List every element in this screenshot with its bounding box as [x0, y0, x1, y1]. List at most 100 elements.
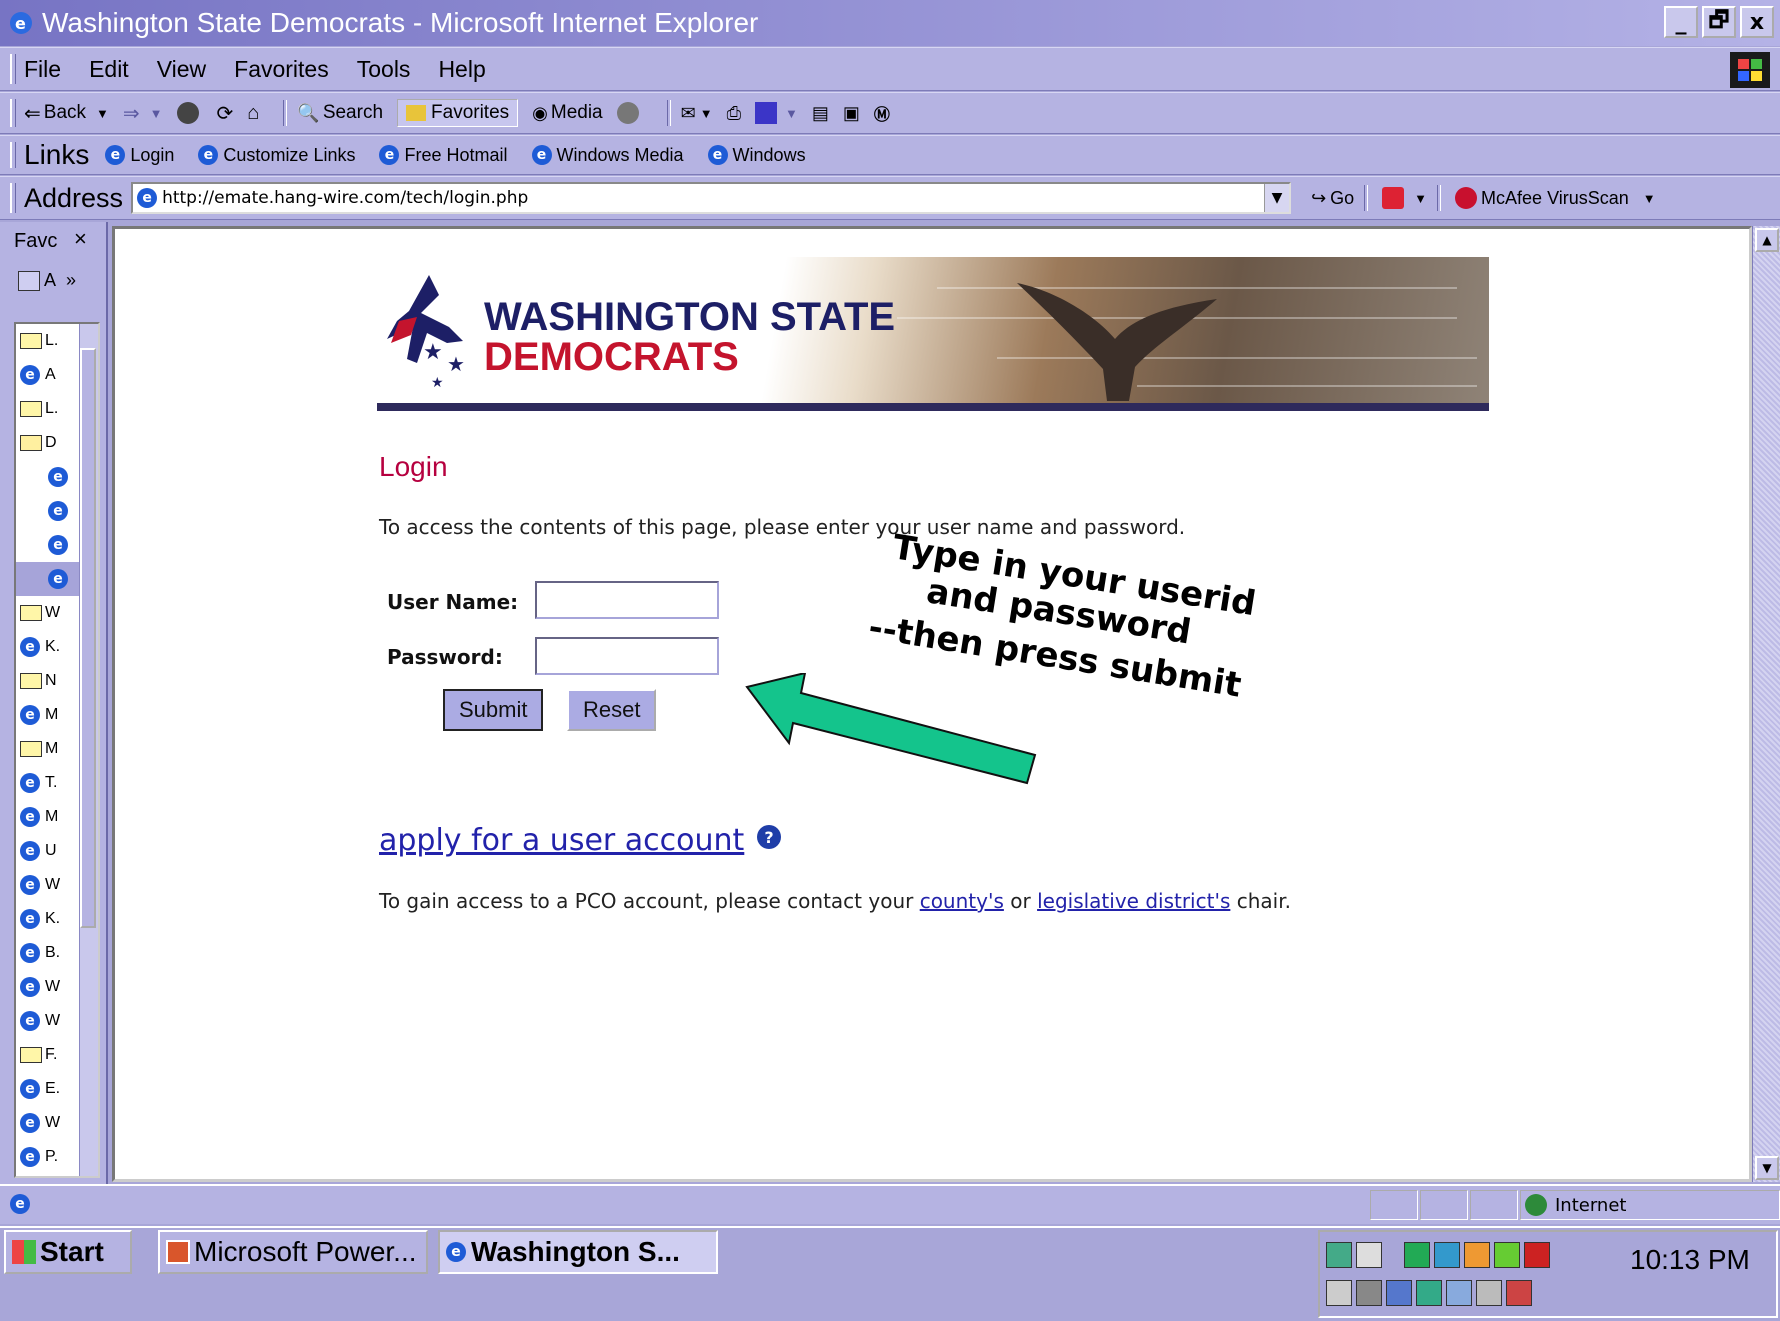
alert-icon[interactable] [1506, 1280, 1532, 1306]
favorite-label: W [45, 604, 61, 621]
menu-file[interactable]: File [24, 56, 61, 83]
m-button[interactable]: Ⓜ [874, 101, 890, 125]
mcafee-tray-icon[interactable] [1524, 1242, 1550, 1268]
settings-icon[interactable] [1476, 1280, 1502, 1306]
svg-text:e: e [15, 14, 26, 33]
link-free-hotmail[interactable]: e Free Hotmail [379, 145, 508, 166]
edit-button[interactable]: ▼ [755, 102, 798, 124]
address-dropdown-icon[interactable]: ▼ [1264, 184, 1290, 212]
window-title: Washington State Democrats - Microsoft I… [42, 7, 759, 38]
address-label: Address [24, 182, 124, 213]
username-field[interactable] [535, 581, 719, 619]
password-field[interactable] [535, 637, 719, 675]
favorites-pane-title: Favc [14, 230, 58, 252]
monitor-icon[interactable] [1326, 1280, 1352, 1306]
menu-view[interactable]: View [157, 56, 206, 83]
title-bar[interactable]: e Washington State Democrats - Microsoft… [0, 0, 1780, 46]
chevron-down-icon[interactable]: ▼ [700, 106, 713, 121]
help-icon[interactable]: ? [757, 825, 781, 849]
history-icon [616, 102, 639, 124]
menu-edit[interactable]: Edit [89, 56, 129, 83]
camera-icon[interactable] [1356, 1280, 1382, 1306]
chevron-down-icon[interactable]: ▼ [785, 106, 798, 121]
task-washington-state[interactable]: e Washington S... [438, 1230, 718, 1274]
favorite-label: K. [45, 910, 61, 927]
add-favorite-button[interactable]: A » [18, 270, 76, 291]
chevron-down-icon[interactable]: ▼ [96, 106, 109, 121]
m-tray-icon[interactable] [1416, 1280, 1442, 1306]
apply-account-link[interactable]: apply for a user account [379, 823, 744, 858]
start-button[interactable]: Start [4, 1230, 132, 1274]
menu-help[interactable]: Help [438, 56, 485, 83]
messenger-tray-icon[interactable] [1464, 1242, 1490, 1268]
page-scrollbar[interactable]: ▲ ▼ [1752, 226, 1780, 1182]
scroll-up-button[interactable]: ▲ [1755, 228, 1779, 252]
home-button[interactable]: ⌂ [247, 102, 259, 125]
favorites-button[interactable]: Favorites [397, 99, 519, 127]
link-login[interactable]: e Login [105, 145, 174, 166]
search-button[interactable]: 🔍 Search [297, 102, 383, 124]
discuss-button[interactable]: ▤ [812, 103, 829, 124]
forward-button[interactable]: ⇒ ▼ [123, 101, 163, 126]
zone-cell: Internet [1520, 1190, 1780, 1220]
toolbar-grip[interactable] [10, 54, 16, 84]
submit-button[interactable]: Submit [443, 689, 544, 731]
chevron-right-icon[interactable]: » [66, 270, 76, 291]
menu-tools[interactable]: Tools [357, 56, 411, 83]
pco-access-text: To gain access to a PCO account, please … [379, 889, 1291, 913]
history-button[interactable] [616, 102, 643, 124]
close-icon[interactable]: × [74, 226, 87, 252]
scroll-thumb[interactable] [80, 348, 96, 928]
ie-page-icon: e [198, 145, 219, 165]
mcafee-virusscan-button[interactable]: McAfee VirusScan ▼ [1455, 187, 1656, 209]
home-icon: ⌂ [247, 101, 260, 124]
toolbar-grip[interactable] [10, 99, 16, 127]
county-link[interactable]: county's [920, 889, 1004, 913]
menu-favorites[interactable]: Favorites [234, 56, 329, 83]
volume-icon[interactable] [1356, 1242, 1382, 1268]
network-connection-icon[interactable] [1404, 1242, 1430, 1268]
go-button[interactable]: ↪ Go [1311, 188, 1354, 209]
people-icon[interactable] [1446, 1280, 1472, 1306]
link-customize-links[interactable]: e Customize Links [198, 145, 355, 166]
favorite-label: U [45, 842, 57, 859]
ie-page-icon: e [20, 773, 40, 793]
mail-button[interactable]: ✉ ▼ [681, 103, 713, 124]
folder-icon [20, 333, 42, 349]
ie-page-icon: e [20, 637, 40, 657]
back-button[interactable]: ⇐ Back ▼ [24, 101, 109, 126]
toolbar-grip[interactable] [10, 183, 16, 213]
chevron-down-icon[interactable]: ▼ [150, 106, 163, 121]
pco-text-prefix: To gain access to a PCO account, please … [379, 889, 920, 913]
pco-text-mid: or [1003, 889, 1038, 913]
toolbar-grip[interactable] [10, 141, 16, 169]
chevron-down-icon[interactable]: ▼ [1414, 191, 1427, 206]
network-icon[interactable] [1326, 1242, 1352, 1268]
favorites-scrollbar[interactable] [79, 324, 98, 1176]
reset-button[interactable]: Reset [567, 689, 657, 731]
banner: ★ ★ ★ WASHINGTON STATE DEMOCRATS [377, 257, 1489, 411]
scroll-down-button[interactable]: ▼ [1755, 1156, 1779, 1180]
task-powerpoint[interactable]: Microsoft Power... [158, 1230, 428, 1274]
stop-button[interactable] [176, 102, 203, 124]
link-windows[interactable]: e Windows [707, 145, 806, 166]
display-icon[interactable] [1434, 1242, 1460, 1268]
tray-app-icon[interactable] [1494, 1242, 1520, 1268]
minimize-button[interactable]: _ [1664, 6, 1698, 38]
messenger-button[interactable]: ▣ [843, 103, 860, 124]
print-button[interactable]: ⎙ [727, 103, 741, 124]
ie-page-icon: e [20, 807, 40, 827]
chevron-down-icon[interactable]: ▼ [1643, 191, 1656, 206]
media-button[interactable]: ◉ Media [532, 102, 602, 124]
translate-button[interactable]: ▼ [1382, 187, 1427, 209]
address-input[interactable]: e http://emate.hang-wire.com/tech/login.… [131, 182, 1292, 214]
maximize-button[interactable]: 🗗 [1702, 6, 1736, 38]
sync-icon[interactable] [1386, 1280, 1412, 1306]
legislative-district-link[interactable]: legislative district's [1037, 889, 1230, 913]
refresh-button[interactable]: ⟳ [217, 101, 234, 126]
link-windows-media[interactable]: e Windows Media [531, 145, 684, 166]
favorite-label: N [45, 672, 57, 689]
mcafee-icon [1455, 187, 1478, 209]
close-button[interactable]: x [1740, 6, 1774, 38]
standard-toolbar: ⇐ Back ▼ ⇒ ▼ ⟳ ⌂ 🔍 Search Favorites ◉ Media ✉… [0, 92, 1780, 134]
